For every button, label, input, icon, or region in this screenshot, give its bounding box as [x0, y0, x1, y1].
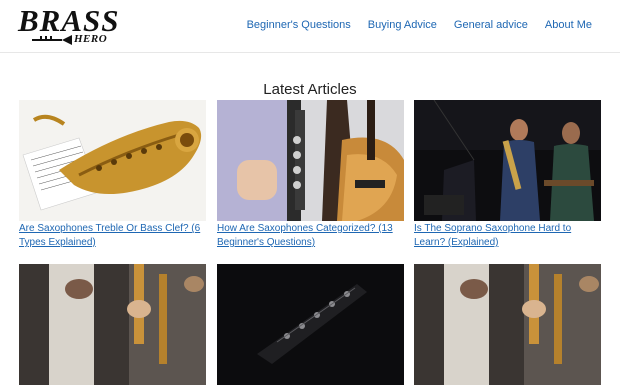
article-thumbnail[interactable]: [19, 100, 206, 221]
article-title-link[interactable]: Is The Soprano Saxophone Hard to Learn? …: [414, 222, 601, 250]
main-nav: Beginner's Questions Buying Advice Gener…: [247, 18, 620, 32]
nav-general-advice[interactable]: General advice: [454, 18, 528, 32]
nav-about-me[interactable]: About Me: [545, 18, 592, 32]
nav-beginners-questions[interactable]: Beginner's Questions: [247, 18, 351, 32]
trumpet-icon: [32, 35, 72, 45]
article-thumbnail[interactable]: [19, 264, 206, 385]
article-card: Is The Soprano Saxophone Hard to Learn? …: [414, 100, 601, 250]
article-thumbnail[interactable]: [217, 100, 404, 221]
section-title: Latest Articles: [263, 81, 357, 98]
article-title-link[interactable]: Are Saxophones Treble Or Bass Clef? (6 T…: [19, 222, 206, 250]
nav-buying-advice[interactable]: Buying Advice: [368, 18, 437, 32]
article-card: [414, 264, 601, 386]
article-title-link[interactable]: How Are Saxophones Categorized? (13 Begi…: [217, 222, 404, 250]
logo-subtext: HERO: [74, 33, 108, 45]
article-thumbnail[interactable]: [217, 264, 404, 385]
site-logo[interactable]: BRASS HERO: [18, 5, 130, 47]
article-thumbnail[interactable]: [414, 100, 601, 221]
article-card: [19, 264, 206, 386]
article-card: [217, 264, 404, 386]
article-thumbnail[interactable]: [414, 264, 601, 385]
site-header: BRASS HERO Beginner's Questions Buying A…: [0, 0, 620, 53]
article-card: How Are Saxophones Categorized? (13 Begi…: [217, 100, 404, 250]
article-card: Are Saxophones Treble Or Bass Clef? (6 T…: [19, 100, 206, 250]
